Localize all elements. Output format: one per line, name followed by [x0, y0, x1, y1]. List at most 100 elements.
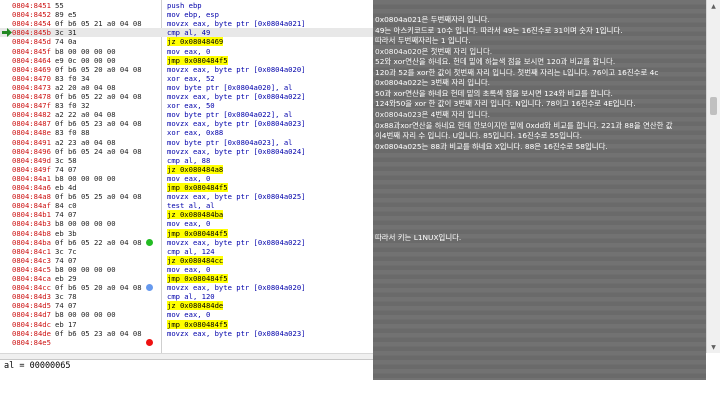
row-address: 0804:8478 [12, 92, 51, 101]
row-instruction: xor eax, 50 [167, 101, 215, 111]
disassembly-row[interactable]: 0804:84de 0f b6 05 23 a0 04 08 movzx eax, … [0, 329, 373, 338]
disassembly-row[interactable]: 0804:84b8 eb 3b jmp 0x080484f5 [0, 228, 373, 238]
notes-conclusion: 따라서 키는 L1NUX입니다. [375, 233, 462, 242]
note-line: 0x88과xor연산을 하네요 헌데 안보이지만 밑에 0xdd와 비교를 합니… [375, 120, 673, 130]
disassembly-row[interactable]: 0804:849f 74 07 jz 0x080484a8 [0, 164, 373, 174]
row-instruction: movzx eax, byte ptr [0x0804a021] [167, 19, 306, 29]
row-address: 0804:847f [12, 101, 51, 111]
disassembly-row[interactable]: 0804:849d 3c 58 cmp al, 88 [0, 156, 373, 165]
row-instruction: cmp al, 49 [167, 28, 211, 38]
disassembly-row[interactable]: 0804:845d 74 0a jz 0x08048469 [0, 37, 373, 47]
row-instruction: mov ebp, esp [167, 10, 219, 20]
disassembly-row[interactable]: 0804:84c5 b8 00 00 00 00 mov eax, 0 [0, 265, 373, 274]
row-instruction: jz 0x080484a8 [167, 164, 224, 174]
disassembly-row[interactable]: 0804:84a1 b8 00 00 00 00 mov eax, 0 [0, 174, 373, 183]
disassembly-row[interactable]: 0804:8452 89 e5 mov ebp, esp [0, 10, 373, 19]
disassembly-row[interactable]: 0804:848e 83 f0 88 xor eax, 0x88 [0, 128, 373, 137]
row-address: 0804:8454 [12, 19, 51, 29]
disassembly-row[interactable]: 0804:84d5 74 07 jz 0x080484de [0, 301, 373, 311]
note-line: 0x0804a025는 88과 비교를 하네요 X입니다. 88은 16진수로 … [375, 141, 608, 151]
row-address: 0804:84ba [12, 237, 51, 247]
scroll-down-icon[interactable]: ▼ [707, 341, 720, 353]
breakpoint-red-icon[interactable] [146, 338, 153, 346]
row-instruction: jmp 0x080484f5 [167, 183, 228, 193]
vertical-scrollbar[interactable]: ▲ ▼ [706, 0, 720, 353]
disassembly-row[interactable]: 0804:84c1 3c 7c cmp al, 124 [0, 247, 373, 256]
row-opcode-bytes: 74 07 [55, 255, 77, 265]
row-address: 0804:8469 [12, 64, 51, 74]
row-opcode-bytes: 0f b6 05 25 a0 04 08 [55, 192, 142, 202]
disassembly-row[interactable]: 0804:84c3 74 07 jz 0x080484cc [0, 255, 373, 265]
disassembly-row[interactable]: 0804:84d7 b8 00 00 00 00 mov eax, 0 [0, 310, 373, 319]
breakpoint-green-icon[interactable] [146, 238, 153, 246]
row-address: 0804:84c3 [12, 255, 51, 265]
instruction-pointer-arrow-icon [2, 28, 12, 38]
disassembly-row[interactable]: 0804:8454 0f b6 05 21 a0 04 08 movzx eax, … [0, 19, 373, 28]
notes-panel[interactable]: 0x0804a021은 두번째자리 입니다. 49는 아스키코드로 10수 입니다… [373, 0, 706, 380]
row-instruction: movzx eax, byte ptr [0x0804a023] [167, 119, 306, 129]
disassembly-row[interactable]: 0804:84ca eb 29 jmp 0x080484f5 [0, 274, 373, 284]
row-instruction: mov eax, 0 [167, 173, 211, 183]
disassembly-row[interactable]: 0804:8482 a2 22 a0 04 08 mov byte ptr [0x0… [0, 110, 373, 119]
disassembly-row[interactable]: 0804:84af 84 c0 test al, al [0, 201, 373, 210]
disassembly-row[interactable]: 0804:84e5 [0, 338, 373, 347]
row-address: 0804:8496 [12, 146, 51, 156]
row-address: 0804:84d3 [12, 292, 51, 302]
row-instruction: movzx eax, byte ptr [0x0804a022] [167, 237, 306, 247]
disassembly-view[interactable]: 0804:8451 55 push ebp 0804:8452 89 e5 mov ebp… [0, 0, 373, 353]
row-opcode-bytes: 0f b6 05 23 a0 04 08 [55, 328, 142, 338]
row-instruction: mov eax, 0 [167, 46, 211, 56]
disassembly-row[interactable]: 0804:84dc eb 17 jmp 0x080484f5 [0, 319, 373, 329]
register-status-pane: al = 00000065 [0, 359, 373, 405]
row-address: 0804:845b [12, 28, 51, 38]
disassembly-row[interactable]: 0804:8469 0f b6 05 20 a0 04 08 movzx eax, … [0, 65, 373, 74]
row-instruction: movzx eax, byte ptr [0x0804a020] [167, 283, 306, 293]
disassembly-row[interactable]: 0804:845b 3c 31 cmp al, 49 [0, 28, 373, 38]
row-instruction: push ebp [167, 1, 202, 10]
row-address: 0804:8451 [12, 1, 51, 10]
row-address: 0804:8482 [12, 110, 51, 120]
breakpoint-blue-icon[interactable] [146, 284, 153, 292]
note-line: 0x0804a020은 첫번째 자리 입니다. [375, 46, 493, 56]
disassembly-row[interactable]: 0804:8491 a2 23 a0 04 08 mov byte ptr [0x0… [0, 138, 373, 147]
disassembly-row[interactable]: 0804:845f b8 00 00 00 00 mov eax, 0 [0, 47, 373, 56]
disassembly-row[interactable]: 0804:84ba 0f b6 05 22 a0 04 08 movzx eax, … [0, 238, 373, 247]
scrollbar-thumb[interactable] [710, 97, 717, 115]
row-instruction: mov eax, 0 [167, 310, 211, 320]
disassembly-row[interactable]: 0804:84b1 74 07 jz 0x080484ba [0, 210, 373, 220]
row-opcode-bytes: a2 23 a0 04 08 [55, 137, 116, 147]
disassembly-row[interactable]: 0804:84cc 0f b6 05 20 a0 04 08 movzx eax, … [0, 283, 373, 292]
disassembly-row[interactable]: 0804:84b3 b8 00 00 00 00 mov eax, 0 [0, 219, 373, 228]
row-instruction: movzx eax, byte ptr [0x0804a020] [167, 64, 306, 74]
row-instruction: movzx eax, byte ptr [0x0804a022] [167, 92, 306, 101]
row-instruction: jz 0x080484ba [167, 210, 224, 220]
row-address: 0804:84b1 [12, 210, 51, 220]
row-address: 0804:84cc [12, 283, 51, 293]
row-address: 0804:849d [12, 155, 51, 165]
disassembly-row[interactable]: 0804:8451 55 push ebp [0, 1, 373, 10]
row-instruction: cmp al, 124 [167, 246, 215, 256]
disassembly-row[interactable]: 0804:8464 e9 0c 00 00 00 jmp 0x080484f5 [0, 55, 373, 65]
disassembly-row[interactable]: 0804:8473 a2 20 a0 04 08 mov byte ptr [0x0… [0, 83, 373, 92]
disassembly-row[interactable]: 0804:847f 83 f0 32 xor eax, 50 [0, 101, 373, 110]
row-opcode-bytes: 3c 78 [55, 292, 77, 302]
disassembly-row[interactable]: 0804:8496 0f b6 05 24 a0 04 08 movzx eax, … [0, 147, 373, 156]
row-instruction: mov eax, 0 [167, 219, 211, 229]
row-opcode-bytes: 74 0a [55, 37, 77, 47]
row-instruction: xor eax, 0x88 [167, 128, 224, 138]
scroll-up-icon[interactable]: ▲ [707, 0, 720, 12]
disassembly-row[interactable]: 0804:84d3 3c 78 cmp al, 120 [0, 292, 373, 301]
disassembly-row[interactable]: 0804:84a6 eb 4d jmp 0x080484f5 [0, 183, 373, 193]
row-address: 0804:84dc [12, 319, 51, 329]
disassembly-row[interactable]: 0804:8478 0f b6 05 22 a0 04 08 movzx eax, … [0, 92, 373, 101]
row-instruction: jz 0x080484cc [167, 255, 224, 265]
row-opcode-bytes: 89 e5 [55, 10, 77, 20]
disassembly-row[interactable]: 0804:8470 83 f0 34 xor eax, 52 [0, 74, 373, 83]
row-instruction: test al, al [167, 201, 215, 211]
row-opcode-bytes: eb 29 [55, 274, 77, 283]
row-opcode-bytes: 0f b6 05 21 a0 04 08 [55, 19, 142, 29]
disassembly-row[interactable]: 0804:8487 0f b6 05 23 a0 04 08 movzx eax, … [0, 119, 373, 128]
disassembly-row[interactable]: 0804:84a8 0f b6 05 25 a0 04 08 movzx eax, … [0, 192, 373, 201]
row-opcode-bytes: 0f b6 05 23 a0 04 08 [55, 119, 142, 129]
row-address: 0804:8491 [12, 137, 51, 147]
